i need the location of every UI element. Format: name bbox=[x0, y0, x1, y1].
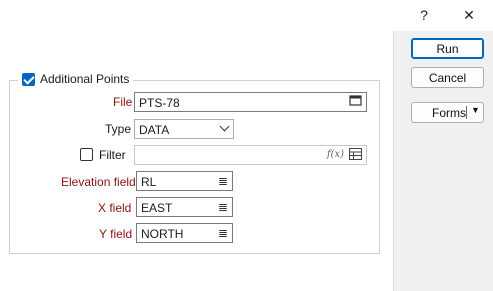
x-field-input[interactable]: EAST ≣ bbox=[136, 197, 233, 217]
filter-table-icon[interactable] bbox=[349, 148, 362, 163]
file-label: File bbox=[113, 95, 133, 109]
forms-separator bbox=[466, 106, 467, 119]
help-icon[interactable]: ? bbox=[409, 5, 439, 25]
additional-points-checkbox[interactable] bbox=[22, 72, 35, 86]
type-value: DATA bbox=[139, 123, 170, 137]
forms-button[interactable]: Forms ▼ bbox=[411, 102, 484, 123]
function-icon[interactable]: f(x) bbox=[327, 149, 344, 160]
chevron-down-icon bbox=[219, 121, 230, 132]
run-button[interactable]: Run bbox=[411, 38, 484, 59]
file-value: PTS-78 bbox=[139, 96, 180, 110]
x-field-value: EAST bbox=[141, 201, 173, 215]
title-bar: ? ✕ bbox=[0, 0, 493, 31]
file-browse-icon[interactable] bbox=[349, 94, 362, 110]
y-field-label: Y field bbox=[99, 227, 133, 241]
elevation-field-input[interactable]: RL ≣ bbox=[136, 171, 233, 191]
action-panel: Run Cancel Forms ▼ bbox=[393, 31, 493, 291]
y-field-value: NORTH bbox=[141, 227, 184, 241]
additional-points-title: Additional Points bbox=[40, 72, 130, 86]
elevation-field-value: RL bbox=[141, 175, 157, 189]
list-icon[interactable]: ≣ bbox=[218, 200, 228, 214]
close-icon[interactable]: ✕ bbox=[454, 5, 484, 25]
elevation-field-label: Elevation field bbox=[61, 175, 136, 189]
type-select[interactable]: DATA bbox=[134, 119, 234, 139]
y-field-input[interactable]: NORTH ≣ bbox=[136, 223, 233, 243]
list-icon[interactable]: ≣ bbox=[218, 174, 228, 188]
x-field-label: X field bbox=[98, 201, 132, 215]
additional-points-legend[interactable]: Additional Points bbox=[18, 72, 134, 86]
filter-checkbox[interactable] bbox=[80, 148, 93, 161]
type-label: Type bbox=[105, 122, 132, 136]
filter-label: Filter bbox=[99, 148, 126, 162]
forms-button-label: Forms bbox=[432, 106, 466, 120]
filter-input[interactable]: f(x) bbox=[134, 145, 367, 165]
list-icon[interactable]: ≣ bbox=[218, 226, 228, 240]
chevron-down-icon[interactable]: ▼ bbox=[471, 105, 480, 115]
cancel-button[interactable]: Cancel bbox=[411, 67, 484, 88]
run-button-label: Run bbox=[436, 41, 459, 56]
file-input[interactable]: PTS-78 bbox=[134, 92, 367, 112]
cancel-button-label: Cancel bbox=[428, 70, 467, 85]
